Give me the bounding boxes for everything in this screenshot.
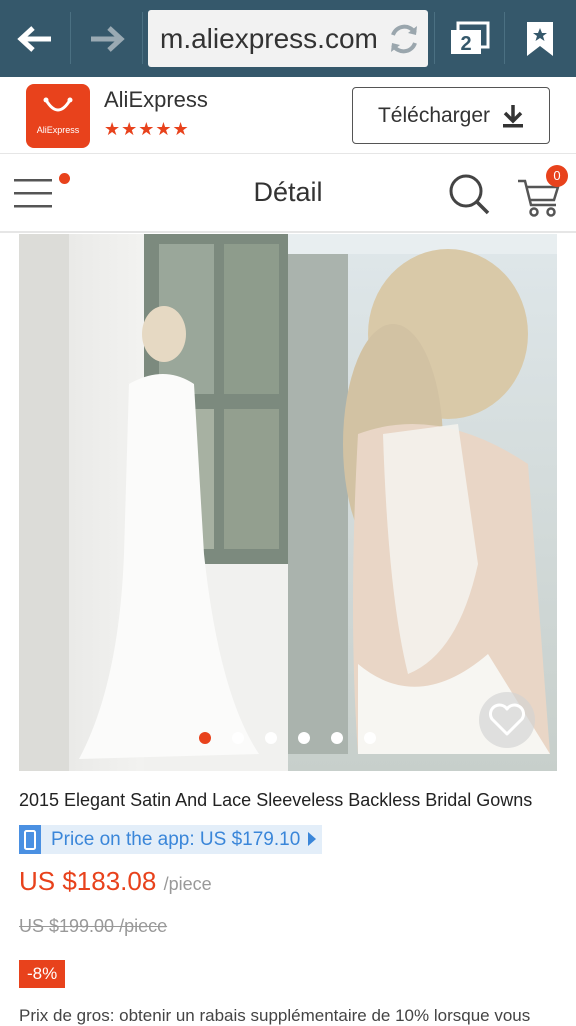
cart-button[interactable]: 0 [516,165,568,217]
tab-count: 2 [460,33,471,55]
heart-icon [489,703,525,736]
original-price: US $199.00 /piece [19,916,168,936]
gallery-dot[interactable] [199,732,211,744]
product-photo-back [288,234,557,771]
bookmark-icon [527,21,553,56]
rating-stars: ★★★★★ [104,119,190,139]
app-price-banner[interactable]: Price on the app: US $179.10 [19,825,323,854]
toolbar-divider [504,12,505,64]
app-price-text: Price on the app: US $179.10 [51,828,301,850]
search-button[interactable] [446,171,492,217]
forward-button[interactable] [72,0,142,77]
page-header: Détail 0 [0,155,576,233]
back-arrow-icon [17,25,51,52]
product-image-gallery[interactable] [19,234,557,771]
toolbar-divider [142,12,143,64]
download-button[interactable]: Télécharger [352,87,550,144]
chevron-right-icon [308,832,317,846]
reload-icon[interactable] [386,21,422,57]
browser-toolbar: m.aliexpress.com 2 [0,0,576,77]
back-button[interactable] [0,0,70,77]
wholesale-info[interactable]: Prix de gros: obtenir un rabais suppléme… [19,1006,569,1026]
app-name: AliExpress [104,87,208,112]
favorite-button[interactable] [479,692,535,748]
bookmark-button[interactable] [510,0,570,77]
phone-icon [19,825,41,854]
current-price: US $183.08 /piece [19,866,212,897]
forward-arrow-icon [91,25,125,52]
cart-count-badge: 0 [546,165,568,187]
product-photo-front [19,234,288,771]
toolbar-divider [70,12,71,64]
discount-badge: -8% [19,960,66,988]
gallery-dot[interactable] [364,732,376,744]
logo-text: AliExpress [36,125,80,135]
search-icon [449,174,490,215]
gallery-dot[interactable] [331,732,343,744]
download-label: Télécharger [377,103,491,127]
url-text: m.aliexpress.com [160,23,378,54]
gallery-dot[interactable] [232,732,244,744]
gallery-pagination [199,732,376,744]
tabs-icon: 2 [451,21,490,55]
url-bar[interactable]: m.aliexpress.com [148,10,428,67]
gallery-dot[interactable] [265,732,277,744]
toolbar-divider [434,12,435,64]
product-title[interactable]: 2015 Elegant Satin And Lace Sleeveless B… [19,790,559,811]
price-value: US $183.08 [19,866,157,896]
bag-icon [43,97,73,112]
aliexpress-logo: AliExpress [26,84,90,148]
tabs-button[interactable]: 2 [440,0,500,77]
download-icon [503,104,524,127]
gallery-dot[interactable] [298,732,310,744]
app-download-banner: AliExpress AliExpress ★★★★★ Télécharger [0,77,576,154]
price-unit: /piece [163,874,212,894]
